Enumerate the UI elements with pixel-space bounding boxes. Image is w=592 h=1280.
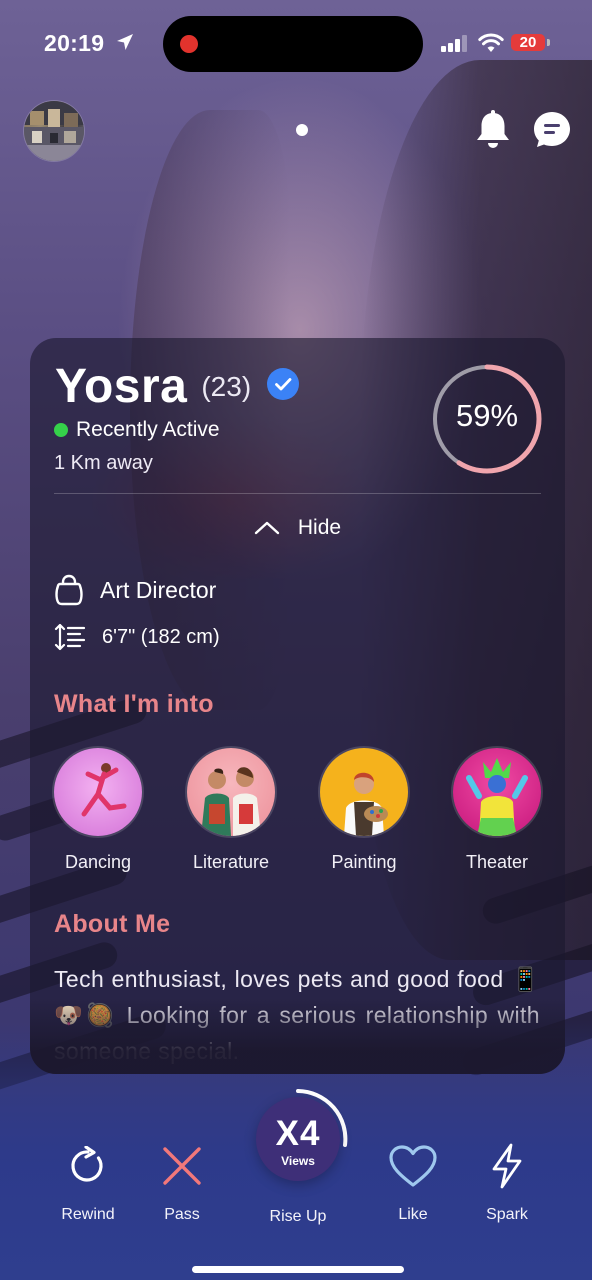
profile-card[interactable]: Yosra (23) Recently Active 1 Km away 59%… bbox=[30, 338, 565, 1074]
rise-up-button[interactable]: X4 Views bbox=[246, 1087, 350, 1191]
close-icon bbox=[163, 1147, 201, 1185]
profile-name: Yosra bbox=[55, 359, 188, 413]
interest-painting[interactable]: Painting bbox=[304, 748, 424, 873]
cellular-signal-icon bbox=[441, 34, 471, 52]
like-button[interactable]: Like bbox=[363, 1140, 463, 1224]
rewind-label: Rewind bbox=[61, 1206, 115, 1223]
online-status-dot bbox=[54, 423, 68, 437]
name-row: Yosra (23) bbox=[55, 358, 300, 414]
dynamic-island bbox=[163, 16, 423, 72]
interest-theater[interactable]: Theater bbox=[437, 748, 557, 873]
battery-level: 20 bbox=[519, 34, 537, 51]
divider bbox=[54, 493, 541, 494]
lightning-icon bbox=[492, 1143, 522, 1189]
status-time: 20:19 bbox=[44, 30, 105, 56]
interest-label: Literature bbox=[192, 852, 270, 872]
recording-indicator-icon bbox=[180, 35, 198, 53]
painting-image bbox=[320, 748, 408, 836]
interest-label: Painting bbox=[331, 852, 397, 872]
interests-list: Dancing Literature Painting Theater bbox=[54, 748, 542, 878]
avatar[interactable] bbox=[24, 101, 84, 161]
job-info: Art Director bbox=[54, 574, 216, 606]
about-title: About Me bbox=[54, 910, 171, 938]
battery-icon: 20 bbox=[511, 34, 550, 51]
interest-dancing[interactable]: Dancing bbox=[38, 748, 158, 873]
height-icon bbox=[54, 623, 86, 651]
hide-details-button[interactable]: Hide bbox=[30, 516, 565, 540]
distance-label: 1 Km away bbox=[54, 452, 153, 474]
spark-button[interactable]: Spark bbox=[457, 1140, 557, 1224]
interest-literature[interactable]: Literature bbox=[171, 748, 291, 873]
about-fade-overlay bbox=[30, 998, 565, 1074]
notification-bell-icon[interactable] bbox=[474, 110, 512, 150]
interest-label: Theater bbox=[465, 852, 529, 872]
activity-label: Recently Active bbox=[76, 418, 220, 441]
rewind-icon bbox=[71, 1146, 103, 1182]
literature-image bbox=[187, 748, 275, 836]
dancing-image bbox=[54, 748, 142, 836]
hide-label: Hide bbox=[297, 516, 342, 539]
interest-label: Dancing bbox=[64, 852, 132, 872]
activity-status: Recently Active bbox=[54, 418, 220, 442]
rewind-button[interactable]: Rewind bbox=[38, 1140, 138, 1224]
spark-label: Spark bbox=[486, 1206, 528, 1223]
job-title: Art Director bbox=[100, 576, 217, 603]
interests-title: What I'm into bbox=[54, 690, 214, 718]
pass-button[interactable]: Pass bbox=[132, 1140, 232, 1224]
pass-label: Pass bbox=[164, 1206, 200, 1223]
rise-up-multiplier: X4 bbox=[275, 1114, 321, 1153]
like-label: Like bbox=[398, 1206, 428, 1223]
status-bar: 20:19 20 bbox=[0, 0, 592, 90]
page-indicator-dot bbox=[296, 124, 308, 136]
match-percent: 59% bbox=[455, 398, 519, 433]
chat-icon[interactable] bbox=[533, 111, 571, 149]
briefcase-icon bbox=[55, 574, 83, 606]
rise-up-views: Views bbox=[281, 1154, 315, 1168]
profile-age: (23) bbox=[201, 371, 252, 402]
theater-image bbox=[453, 748, 541, 836]
location-arrow-icon bbox=[117, 34, 133, 50]
height-value: 6'7" (182 cm) bbox=[102, 625, 220, 648]
verified-badge-icon bbox=[267, 368, 300, 400]
height-info: 6'7" (182 cm) bbox=[54, 623, 220, 651]
heart-icon bbox=[389, 1145, 437, 1187]
wifi-icon bbox=[478, 33, 504, 52]
home-indicator bbox=[192, 1266, 404, 1273]
chevron-up-icon bbox=[254, 521, 280, 535]
avatar-image bbox=[24, 101, 84, 161]
rise-up-label: Rise Up bbox=[269, 1208, 327, 1225]
